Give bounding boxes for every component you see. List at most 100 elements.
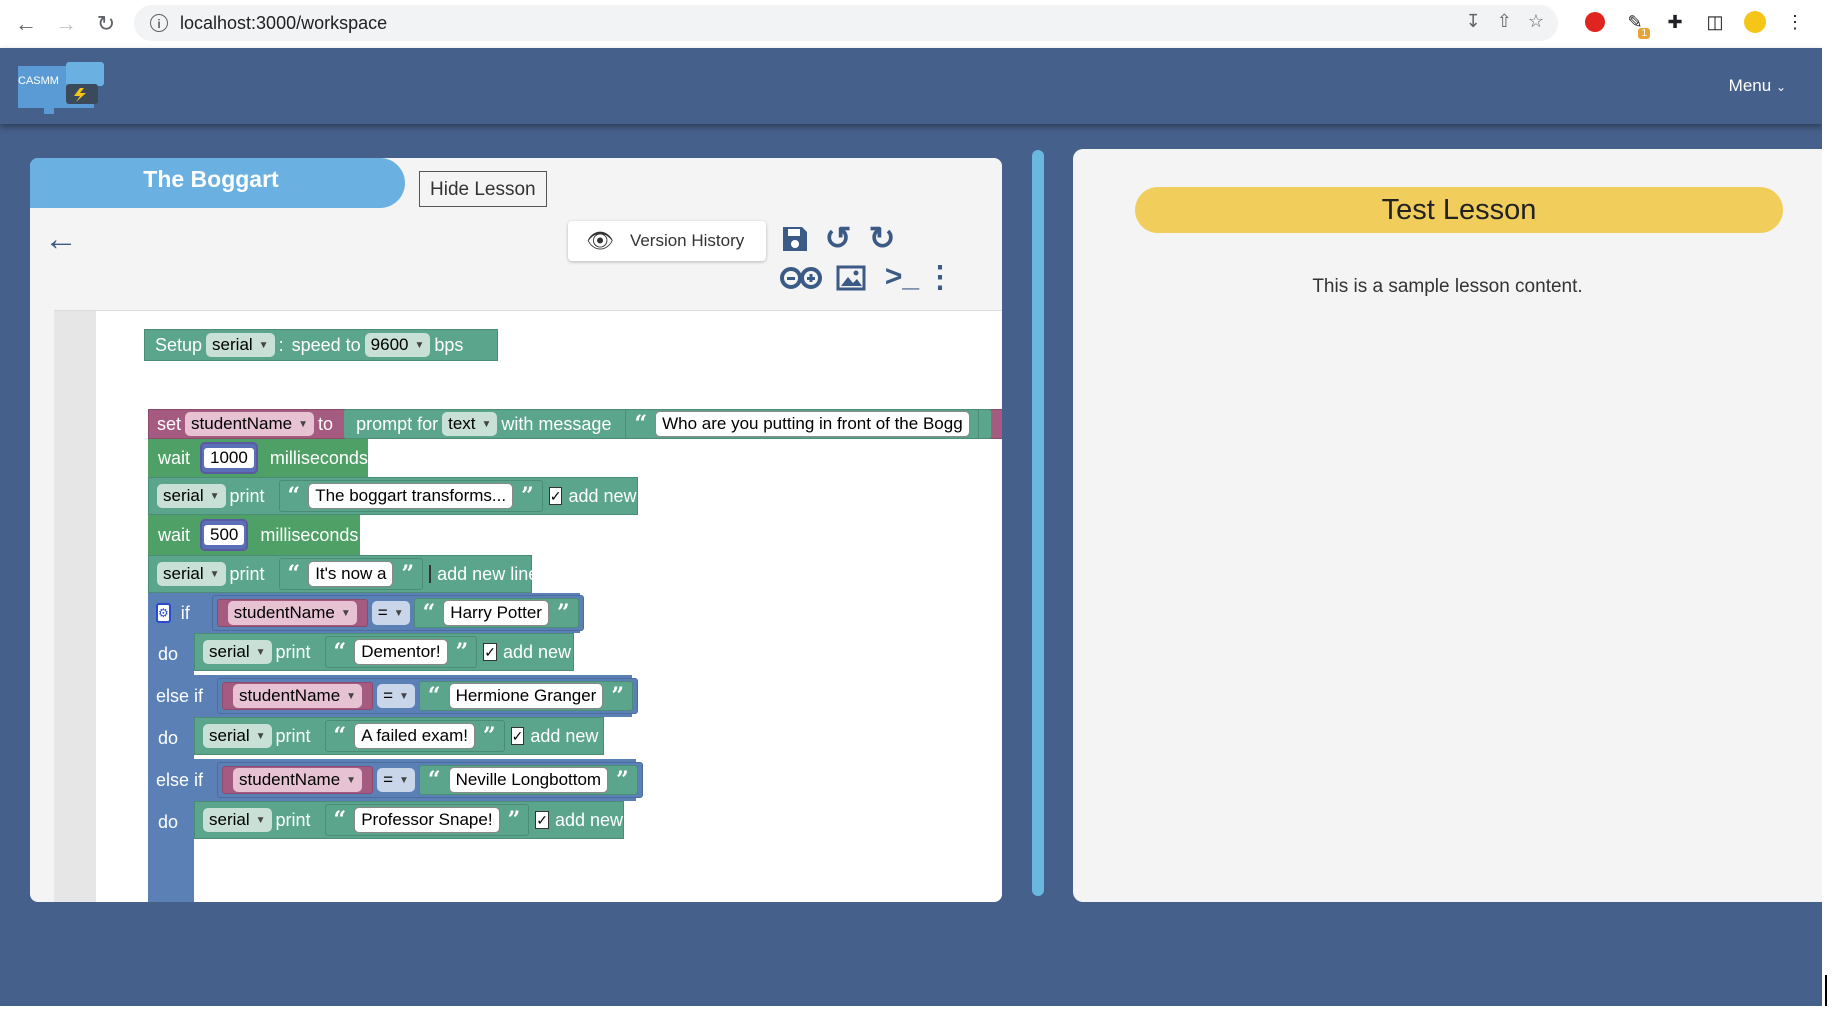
operator-dropdown[interactable]: = ▼ (371, 601, 410, 625)
newline-checkbox[interactable]: ✓ (535, 811, 549, 829)
wait-block[interactable]: wait 500 milliseconds (148, 515, 360, 555)
redo-icon[interactable]: ↻ (866, 220, 898, 256)
opera-extension-icon[interactable] (1582, 9, 1608, 35)
message-text: Who are you putting in front of the Bogg (662, 414, 963, 433)
prompt-block[interactable]: prompt for text ▼ with message “ Who are … (343, 409, 992, 439)
text-block[interactable]: “ A failed exam! ” (324, 720, 505, 752)
version-history-button[interactable]: 👁 Version History (568, 221, 766, 261)
else-if-row[interactable]: else if studentName ▼ = ▼ “ Hermione Grang… (148, 675, 638, 717)
variable-dropdown[interactable]: studentName ▼ (233, 768, 363, 792)
forward-icon[interactable]: → (52, 10, 80, 38)
install-icon[interactable]: ↧ (1466, 11, 1481, 32)
caret-down-icon: ▼ (340, 607, 351, 619)
text-block[interactable]: “ The boggart transforms... ” (278, 480, 543, 512)
more-options-icon[interactable]: ⋮ (925, 260, 955, 294)
bookmark-star-icon[interactable]: ☆ (1528, 11, 1544, 32)
serial-print-block[interactable]: serial ▼ print “ A failed exam! ” ✓ add n… (194, 717, 631, 755)
back-icon[interactable]: ← (12, 10, 40, 38)
serial-port-value: serial (163, 564, 204, 583)
set-variable-block[interactable]: set studentName ▼ to prompt for text ▼ wit… (148, 409, 1002, 439)
wait-ms-value[interactable]: 1000 (204, 448, 254, 468)
operator-dropdown[interactable]: = ▼ (377, 768, 415, 792)
serial-print-block[interactable]: serial ▼ print “ The boggart transforms..… (148, 477, 670, 515)
profile-avatar[interactable] (1742, 9, 1768, 35)
serial-print-block[interactable]: serial ▼ print “ It's now a ” add new lin… (148, 555, 538, 593)
if-row[interactable]: ⚙ if studentName ▼ = ▼ “ Harry Potter ” (148, 593, 584, 633)
arduino-icon[interactable] (780, 262, 822, 294)
address-bar[interactable]: i localhost:3000/workspace ↧ ⇧ ☆ (134, 5, 1558, 41)
newline-checkbox[interactable]: ✓ (510, 727, 525, 745)
operator-dropdown[interactable]: = ▼ (377, 684, 415, 708)
site-info-icon[interactable]: i (150, 14, 168, 32)
print-text-field[interactable]: The boggart transforms... (308, 483, 514, 509)
hide-lesson-button[interactable]: Hide Lesson (419, 171, 547, 207)
wait-block[interactable]: wait 1000 milliseconds (148, 439, 368, 477)
url-text[interactable]: localhost:3000/workspace (180, 13, 387, 34)
print-text-field[interactable]: Dementor! (354, 639, 448, 665)
side-panel-icon[interactable]: ◫ (1702, 9, 1728, 35)
serial-port-dropdown[interactable]: serial ▼ (206, 333, 275, 357)
baud-rate-dropdown[interactable]: 9600 ▼ (364, 333, 431, 357)
serial-port-dropdown[interactable]: serial ▼ (203, 808, 272, 832)
do-row: do (148, 801, 194, 843)
print-text-field[interactable]: Professor Snape! (354, 807, 500, 833)
gear-icon[interactable]: ⚙ (156, 603, 171, 623)
undo-icon[interactable]: ↺ (822, 220, 854, 256)
menu-dropdown[interactable]: Menu ⌄ (1729, 76, 1786, 96)
variable-dropdown[interactable]: studentName ▼ (233, 684, 363, 708)
number-block[interactable]: 1000 (200, 442, 258, 474)
variable-dropdown[interactable]: studentName ▼ (185, 412, 315, 436)
text-block[interactable]: “ Harry Potter ” (413, 598, 579, 628)
setup-serial-block[interactable]: Setup serial ▼ : speed to 9600 ▼ bps (144, 329, 498, 361)
extensions-puzzle-icon[interactable]: ✚ (1662, 9, 1688, 35)
print-text-field[interactable]: A failed exam! (354, 723, 475, 749)
newline-checkbox[interactable]: ✓ (548, 487, 563, 505)
variable-get-block[interactable]: studentName ▼ (222, 766, 374, 794)
text-block[interactable]: “ Hermione Granger ” (418, 681, 633, 711)
setup-colon: : (278, 334, 284, 355)
wait-label: wait (158, 447, 191, 468)
text-block[interactable]: “ Professor Snape! ” (324, 804, 530, 836)
else-if-row[interactable]: else if studentName ▼ = ▼ “ Neville Longbo… (148, 759, 643, 801)
back-arrow-icon[interactable]: ← (44, 220, 78, 259)
message-text-field[interactable]: Who are you putting in front of the Bogg (655, 411, 970, 437)
newline-checkbox[interactable]: ✓ (483, 643, 497, 661)
compare-block[interactable]: studentName ▼ = ▼ “ Hermione Granger ” (217, 678, 638, 714)
reload-icon[interactable]: ↻ (92, 10, 120, 38)
compare-text-field[interactable]: Neville Longbottom (448, 767, 609, 793)
image-icon[interactable] (836, 262, 866, 294)
print-text-field[interactable]: It's now a (308, 561, 394, 587)
serial-port-dropdown[interactable]: serial ▼ (157, 484, 226, 508)
browser-menu-icon[interactable]: ⋮ (1782, 9, 1808, 35)
serial-port-dropdown[interactable]: serial ▼ (157, 562, 226, 586)
compare-block[interactable]: studentName ▼ = ▼ “ Harry Potter ” (211, 595, 584, 631)
open-quote-icon: “ (333, 723, 347, 749)
serial-port-dropdown[interactable]: serial ▼ (203, 640, 272, 664)
blockly-canvas[interactable]: Setup serial ▼ : speed to 9600 ▼ bps set s… (54, 310, 1002, 902)
variable-get-block[interactable]: studentName ▼ (222, 682, 374, 710)
extension-badge-icon[interactable]: ✎ 1 (1622, 9, 1650, 39)
share-icon[interactable]: ⇧ (1497, 11, 1512, 32)
compare-text-field[interactable]: Harry Potter (443, 600, 549, 626)
variable-get-block[interactable]: studentName ▼ (216, 599, 368, 627)
window-edge-bottom (0, 1006, 1832, 1014)
casmm-logo[interactable]: CASMM (14, 58, 106, 114)
newline-checkbox[interactable] (429, 565, 432, 583)
compare-text-field[interactable]: Hermione Granger (448, 683, 604, 709)
text-block[interactable]: “ It's now a ” (278, 558, 424, 590)
variable-dropdown[interactable]: studentName ▼ (227, 601, 357, 625)
serial-monitor-icon[interactable]: >_ (882, 260, 922, 294)
print-text: A failed exam! (361, 726, 468, 745)
save-icon[interactable] (780, 223, 810, 255)
serial-port-dropdown[interactable]: serial ▼ (203, 724, 272, 748)
wait-ms-value[interactable]: 500 (204, 525, 245, 545)
serial-print-block[interactable]: serial ▼ print “ Dementor! ” ✓ add new li… (194, 633, 604, 671)
serial-print-block[interactable]: serial ▼ print “ Professor Snape! ” ✓ add… (194, 801, 656, 839)
text-block[interactable]: “ Neville Longbottom ” (418, 765, 638, 795)
number-block[interactable]: 500 (200, 519, 249, 551)
panel-resize-handle[interactable] (1032, 150, 1044, 896)
text-block[interactable]: “ Who are you putting in front of the Bo… (625, 409, 979, 439)
prompt-type-dropdown[interactable]: text ▼ (442, 412, 498, 436)
text-block[interactable]: “ Dementor! ” (324, 636, 478, 668)
compare-block[interactable]: studentName ▼ = ▼ “ Neville Longbottom ” (217, 762, 643, 798)
